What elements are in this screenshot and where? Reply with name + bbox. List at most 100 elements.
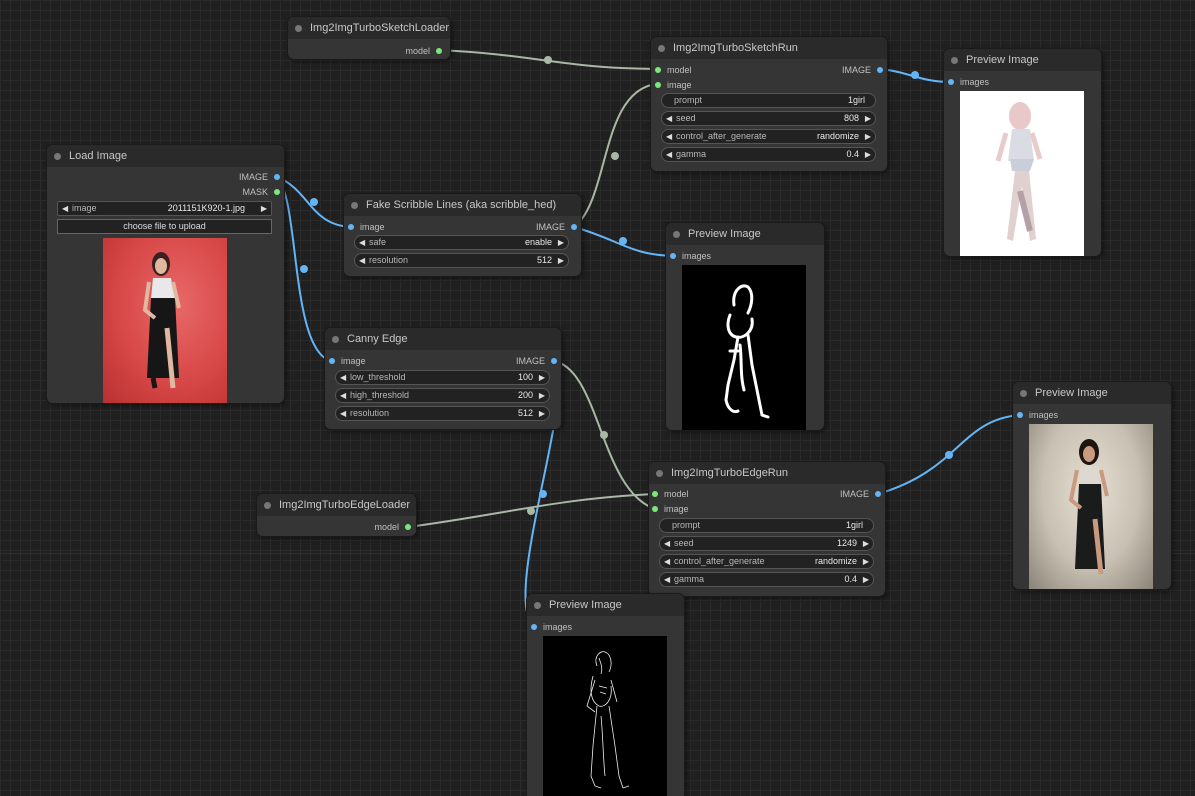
node-edge-run[interactable]: Img2ImgTurboEdgeRun model image IMAGE pr… — [649, 462, 885, 596]
arrow-right-icon[interactable]: ▶ — [539, 389, 545, 402]
collapse-dot-icon[interactable] — [264, 502, 271, 509]
output-mask[interactable]: MASK — [242, 186, 280, 198]
output-image[interactable]: IMAGE — [842, 64, 883, 76]
seed-widget[interactable]: ◀ seed 1249 ▶ — [659, 536, 874, 551]
arrow-left-icon[interactable]: ◀ — [62, 202, 68, 215]
input-model[interactable]: model — [655, 64, 692, 76]
output-pin-icon[interactable] — [436, 48, 442, 54]
node-sketch-loader[interactable]: Img2ImgTurboSketchLoader model — [288, 17, 450, 59]
input-images[interactable]: images — [948, 76, 989, 88]
input-images[interactable]: images — [670, 250, 711, 262]
output-pin-icon[interactable] — [274, 189, 280, 195]
high-threshold-widget[interactable]: ◀ high_threshold 200 ▶ — [335, 388, 550, 403]
output-pin-icon[interactable] — [274, 174, 280, 180]
node-title: Preview Image — [966, 54, 1039, 66]
arrow-right-icon[interactable]: ▶ — [863, 555, 869, 568]
output-model[interactable]: model — [374, 521, 411, 533]
arrow-right-icon[interactable]: ▶ — [558, 236, 564, 249]
output-image[interactable]: IMAGE — [536, 221, 577, 233]
input-images[interactable]: images — [1017, 409, 1058, 421]
arrow-right-icon[interactable]: ▶ — [539, 407, 545, 420]
arrow-right-icon[interactable]: ▶ — [863, 537, 869, 550]
input-model[interactable]: model — [652, 488, 689, 500]
image-select-widget[interactable]: ◀ image 2011151K920-1.jpg ▶ — [57, 201, 272, 216]
arrow-left-icon[interactable]: ◀ — [340, 371, 346, 384]
output-pin-icon[interactable] — [875, 491, 881, 497]
arrow-right-icon[interactable]: ▶ — [558, 254, 564, 267]
low-threshold-widget[interactable]: ◀ low_threshold 100 ▶ — [335, 370, 550, 385]
collapse-dot-icon[interactable] — [54, 153, 61, 160]
arrow-left-icon[interactable]: ◀ — [359, 236, 365, 249]
arrow-left-icon[interactable]: ◀ — [664, 555, 670, 568]
node-sketch-run[interactable]: Img2ImgTurboSketchRun model image IMAGE … — [651, 37, 887, 171]
output-pin-icon[interactable] — [405, 524, 411, 530]
collapse-dot-icon[interactable] — [658, 45, 665, 52]
collapse-dot-icon[interactable] — [673, 231, 680, 238]
output-image[interactable]: IMAGE — [516, 355, 557, 367]
collapse-dot-icon[interactable] — [951, 57, 958, 64]
arrow-left-icon[interactable]: ◀ — [340, 389, 346, 402]
output-pin-icon[interactable] — [877, 67, 883, 73]
control-after-generate-widget[interactable]: ◀ control_after_generate randomize ▶ — [659, 554, 874, 569]
node-preview-sketch-result[interactable]: Preview Image images — [944, 49, 1101, 256]
node-preview-canny[interactable]: Preview Image images — [527, 594, 684, 796]
output-pin-icon[interactable] — [571, 224, 577, 230]
node-preview-scribble[interactable]: Preview Image images — [666, 223, 824, 430]
arrow-left-icon[interactable]: ◀ — [666, 112, 672, 125]
control-after-generate-widget[interactable]: ◀ control_after_generate randomize ▶ — [661, 129, 876, 144]
safe-widget[interactable]: ◀ safe enable ▶ — [354, 235, 569, 250]
input-pin-icon[interactable] — [531, 624, 537, 630]
input-image[interactable]: image — [329, 355, 366, 367]
collapse-dot-icon[interactable] — [332, 336, 339, 343]
collapse-dot-icon[interactable] — [656, 470, 663, 477]
collapse-dot-icon[interactable] — [351, 202, 358, 209]
output-model[interactable]: model — [405, 45, 442, 57]
link-midpoint — [544, 56, 552, 64]
input-pin-icon[interactable] — [1017, 412, 1023, 418]
input-pin-icon[interactable] — [348, 224, 354, 230]
gamma-widget[interactable]: ◀ gamma 0.4 ▶ — [661, 147, 876, 162]
collapse-dot-icon[interactable] — [295, 25, 302, 32]
node-load-image[interactable]: Load Image IMAGE MASK ◀ image 2011151K920-… — [47, 145, 284, 403]
arrow-left-icon[interactable]: ◀ — [664, 573, 670, 586]
node-edge-loader[interactable]: Img2ImgTurboEdgeLoader model — [257, 494, 416, 536]
arrow-left-icon[interactable]: ◀ — [666, 148, 672, 161]
arrow-right-icon[interactable]: ▶ — [865, 148, 871, 161]
input-image[interactable]: image — [348, 221, 385, 233]
input-image[interactable]: image — [655, 79, 692, 91]
arrow-left-icon[interactable]: ◀ — [340, 407, 346, 420]
gamma-widget[interactable]: ◀ gamma 0.4 ▶ — [659, 572, 874, 587]
node-preview-edge-result[interactable]: Preview Image images — [1013, 382, 1171, 589]
seed-widget[interactable]: ◀ seed 808 ▶ — [661, 111, 876, 126]
node-canny-edge[interactable]: Canny Edge image IMAGE ◀ low_threshold 100… — [325, 328, 561, 429]
input-images[interactable]: images — [531, 621, 572, 633]
input-image[interactable]: image — [652, 503, 689, 515]
input-pin-icon[interactable] — [670, 253, 676, 259]
input-pin-icon[interactable] — [329, 358, 335, 364]
arrow-right-icon[interactable]: ▶ — [863, 573, 869, 586]
prompt-widget[interactable]: prompt 1girl — [659, 518, 874, 533]
arrow-left-icon[interactable]: ◀ — [666, 130, 672, 143]
node-fake-scribble-lines[interactable]: Fake Scribble Lines (aka scribble_hed) i… — [344, 194, 581, 276]
arrow-right-icon[interactable]: ▶ — [865, 130, 871, 143]
input-pin-icon[interactable] — [652, 491, 658, 497]
arrow-right-icon[interactable]: ▶ — [865, 112, 871, 125]
collapse-dot-icon[interactable] — [1020, 390, 1027, 397]
node-title: Img2ImgTurboEdgeRun — [671, 467, 788, 479]
output-image[interactable]: IMAGE — [239, 171, 280, 183]
choose-file-button[interactable]: choose file to upload — [57, 219, 272, 234]
resolution-widget[interactable]: ◀ resolution 512 ▶ — [335, 406, 550, 421]
output-pin-icon[interactable] — [551, 358, 557, 364]
resolution-widget[interactable]: ◀ resolution 512 ▶ — [354, 253, 569, 268]
input-pin-icon[interactable] — [655, 67, 661, 73]
arrow-right-icon[interactable]: ▶ — [539, 371, 545, 384]
arrow-right-icon[interactable]: ▶ — [261, 202, 267, 215]
arrow-left-icon[interactable]: ◀ — [664, 537, 670, 550]
collapse-dot-icon[interactable] — [534, 602, 541, 609]
input-pin-icon[interactable] — [652, 506, 658, 512]
input-pin-icon[interactable] — [655, 82, 661, 88]
output-image[interactable]: IMAGE — [840, 488, 881, 500]
arrow-left-icon[interactable]: ◀ — [359, 254, 365, 267]
prompt-widget[interactable]: prompt 1girl — [661, 93, 876, 108]
input-pin-icon[interactable] — [948, 79, 954, 85]
